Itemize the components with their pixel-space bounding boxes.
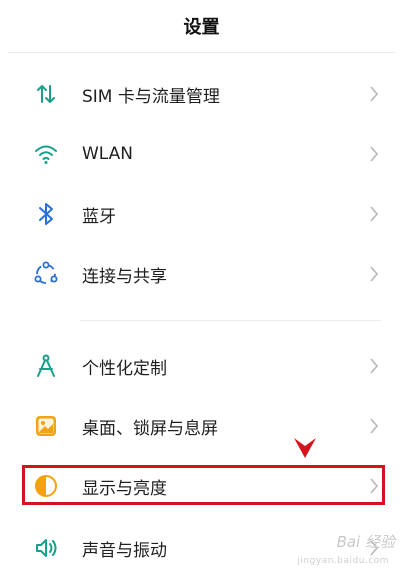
chevron-right-icon <box>367 204 381 224</box>
watermark: Bai 经验 <box>336 533 395 551</box>
watermark-url: jingyan.baidu.com <box>297 556 389 566</box>
personalization-icon <box>32 352 60 380</box>
chevron-right-icon <box>367 84 381 104</box>
settings-item-bluetooth[interactable]: 蓝牙 <box>0 184 403 244</box>
chevron-right-icon <box>367 144 381 164</box>
settings-item-label: SIM 卡与流量管理 <box>82 86 220 107</box>
chevron-right-icon <box>367 356 381 376</box>
settings-item-wlan[interactable]: WLAN <box>0 124 403 184</box>
chevron-right-icon <box>367 264 381 284</box>
page-title: 设置 <box>183 17 220 38</box>
wallpaper-icon <box>32 412 60 440</box>
settings-item-label: WLAN <box>82 144 134 164</box>
settings-item-label: 蓝牙 <box>82 206 116 227</box>
header-divider <box>8 52 395 53</box>
settings-item-sim[interactable]: SIM 卡与流量管理 <box>0 64 403 124</box>
settings-item-label: 个性化定制 <box>82 358 167 379</box>
settings-item-desktop-lockscreen[interactable]: 桌面、锁屏与息屏 <box>0 396 403 456</box>
wifi-icon <box>32 140 60 168</box>
sim-data-icon <box>32 80 60 108</box>
settings-item-label: 声音与振动 <box>82 540 167 561</box>
settings-item-connection-share[interactable]: 连接与共享 <box>0 244 403 304</box>
connection-share-icon <box>32 260 60 288</box>
settings-item-label: 桌面、锁屏与息屏 <box>82 418 218 439</box>
bluetooth-icon <box>32 200 60 228</box>
section-divider <box>80 320 381 321</box>
chevron-right-icon <box>367 416 381 436</box>
sound-icon <box>32 534 60 562</box>
highlight-box <box>22 465 385 505</box>
settings-item-label: 连接与共享 <box>82 266 167 287</box>
settings-item-personalization[interactable]: 个性化定制 <box>0 336 403 396</box>
